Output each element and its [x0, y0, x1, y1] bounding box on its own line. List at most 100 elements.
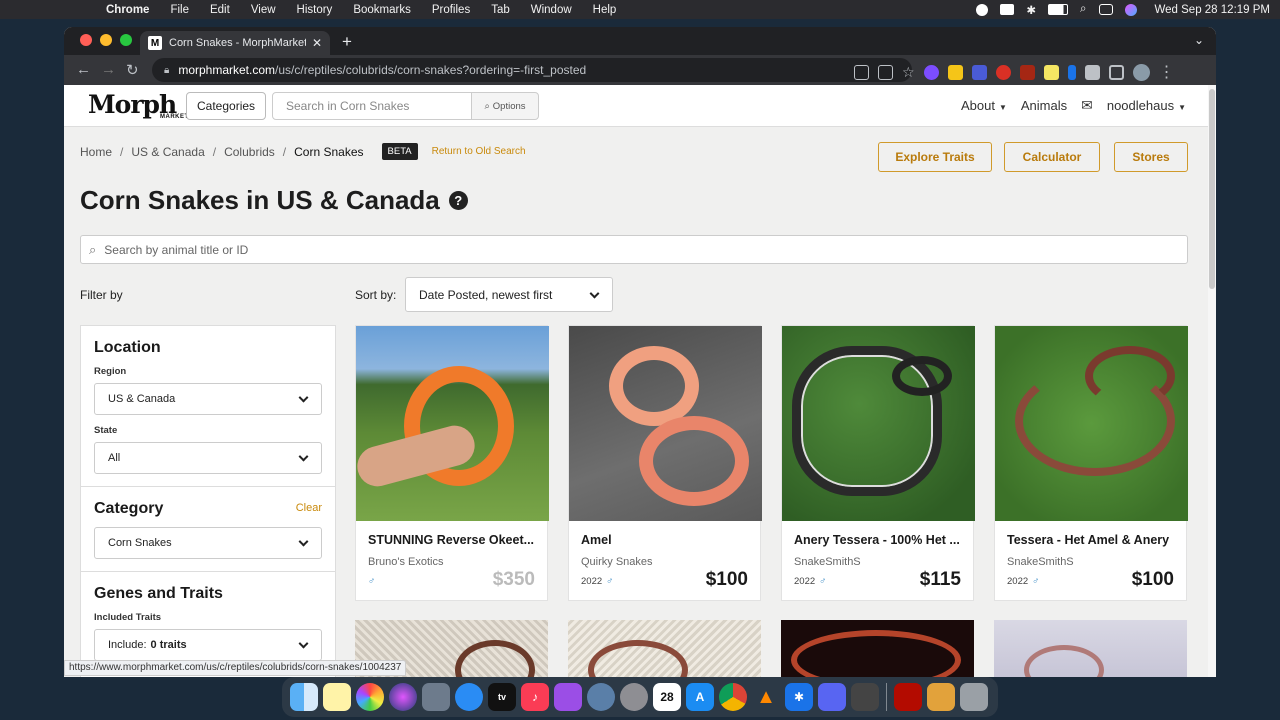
menu-file[interactable]: File [170, 4, 189, 16]
record-icon[interactable] [976, 3, 989, 16]
siri-icon[interactable] [389, 683, 417, 711]
sort-select[interactable]: Date Posted, newest first [405, 277, 613, 312]
listing-seller[interactable]: SnakeSmithS [1007, 556, 1074, 568]
categories-button[interactable]: Categories [186, 92, 267, 120]
close-tab-icon[interactable]: ✕ [312, 36, 322, 50]
install-app-icon[interactable] [854, 64, 869, 80]
reload-icon[interactable]: ↻ [126, 61, 139, 79]
listing-photo[interactable] [356, 326, 549, 521]
nav-user-menu[interactable]: noodlehaus ▼ [1107, 98, 1186, 113]
address-bar[interactable]: 🔒︎ morphmarket.com /us/c/reptiles/colubr… [152, 58, 912, 82]
sidepanel-icon[interactable] [1108, 64, 1124, 80]
listing-card[interactable] [994, 620, 1187, 677]
input-source-icon[interactable] [1000, 4, 1015, 15]
siri-icon[interactable] [1124, 3, 1137, 16]
region-select[interactable]: US & Canada [94, 383, 322, 415]
extension-4-icon[interactable] [995, 64, 1011, 80]
animal-search-input[interactable]: ⌕ Search by animal title or ID [80, 235, 1188, 264]
listing-card[interactable]: Amel Quirky Snakes 2022 ♂ $100 [568, 325, 762, 601]
acrobat-icon[interactable] [894, 683, 922, 711]
new-tab-icon[interactable]: + [342, 32, 352, 52]
calculator-button[interactable]: Calculator [1004, 142, 1100, 172]
extensions-puzzle-icon[interactable] [1084, 64, 1100, 80]
menu-edit[interactable]: Edit [210, 4, 230, 16]
listing-card[interactable]: Anery Tessera - 100% Het ... SnakeSmithS… [781, 325, 975, 601]
close-window-button[interactable] [80, 34, 92, 46]
extension-5-icon[interactable] [1019, 64, 1035, 80]
help-icon[interactable]: ? [448, 191, 468, 210]
extension-3-icon[interactable] [971, 64, 987, 80]
battery-icon[interactable] [1048, 4, 1069, 15]
menu-clock[interactable]: Wed Sep 28 12:19 PM [1155, 4, 1271, 16]
listing-card[interactable]: Tessera - Het Amel & Anery SnakeSmithS 2… [994, 325, 1188, 601]
menu-window[interactable]: Window [531, 4, 572, 16]
notes-icon[interactable] [323, 683, 351, 711]
listing-title[interactable]: Anery Tessera - 100% Het ... [794, 533, 966, 547]
music-icon[interactable]: ♪ [521, 683, 549, 711]
menu-app-name[interactable]: Chrome [106, 4, 149, 16]
calendar-icon[interactable]: 28 [653, 683, 681, 711]
tab-search-chevron-icon[interactable]: ⌄ [1194, 33, 1204, 47]
listing-title[interactable]: STUNNING Reverse Okeet... [368, 533, 540, 547]
breadcrumb-colubrids[interactable]: Colubrids [224, 145, 275, 159]
extension-7-icon[interactable] [1067, 64, 1076, 80]
tab-corn-snakes[interactable]: M Corn Snakes - MorphMarket U ✕ [140, 31, 330, 55]
page-scrollbar[interactable] [1208, 85, 1216, 677]
header-search-input[interactable]: Search in Corn Snakes [272, 92, 472, 120]
listing-photo[interactable] [569, 326, 762, 521]
finder-icon[interactable] [290, 683, 318, 711]
menu-view[interactable]: View [251, 4, 276, 16]
minimize-window-button[interactable] [100, 34, 112, 46]
mail-icon[interactable]: ✉ [1081, 97, 1093, 114]
bluetooth-app-icon[interactable]: ✱ [785, 683, 813, 711]
chrome-menu-icon[interactable]: ⋮ [1159, 62, 1175, 82]
extension-2-icon[interactable] [947, 64, 963, 80]
listing-seller[interactable]: Quirky Snakes [581, 556, 653, 568]
zoom-window-button[interactable] [120, 34, 132, 46]
control-center-icon[interactable] [1098, 4, 1113, 15]
photos-icon[interactable] [356, 683, 384, 711]
menu-profiles[interactable]: Profiles [432, 4, 470, 16]
lock-icon[interactable]: 🔒︎ [164, 65, 169, 76]
menu-tab[interactable]: Tab [491, 4, 510, 16]
return-old-search-link[interactable]: Return to Old Search [432, 146, 526, 157]
bookmark-star-icon[interactable]: ☆ [902, 64, 915, 81]
system-settings-icon[interactable] [620, 683, 648, 711]
listing-seller[interactable]: Bruno's Exotics [368, 556, 443, 568]
podcasts-icon[interactable] [554, 683, 582, 711]
listing-photo[interactable] [782, 326, 975, 521]
search-icon[interactable]: ⌕ [1080, 3, 1086, 16]
listing-card[interactable]: STUNNING Reverse Okeet... Bruno's Exotic… [355, 325, 549, 601]
apple-tv-icon[interactable]: tv [488, 683, 516, 711]
downloads-folder-icon[interactable] [927, 683, 955, 711]
listing-card[interactable] [568, 620, 761, 677]
listing-title[interactable]: Tessera - Het Amel & Anery [1007, 533, 1179, 547]
explore-traits-button[interactable]: Explore Traits [878, 142, 992, 172]
category-select[interactable]: Corn Snakes [94, 527, 322, 559]
breadcrumb-home[interactable]: Home [80, 145, 112, 159]
listing-title[interactable]: Amel [581, 533, 753, 547]
scrollbar-thumb[interactable] [1209, 89, 1215, 289]
extension-6-icon[interactable] [1043, 64, 1059, 80]
back-icon[interactable]: ← [76, 61, 91, 78]
bluetooth-icon[interactable]: ✱ [1026, 3, 1036, 17]
launchpad-icon[interactable] [422, 683, 450, 711]
vlc-icon[interactable]: ▲ [752, 683, 780, 711]
nav-about[interactable]: About ▼ [961, 98, 1007, 113]
nav-animals[interactable]: Animals [1021, 98, 1067, 113]
listing-card[interactable] [781, 620, 974, 677]
menu-history[interactable]: History [297, 4, 333, 16]
include-traits-select[interactable]: Include: 0 traits [94, 629, 322, 661]
clear-category-link[interactable]: Clear [296, 502, 322, 514]
forward-icon[interactable]: → [101, 61, 116, 78]
app-store-icon[interactable]: A [686, 683, 714, 711]
morphmarket-logo[interactable]: Morph MARKET [88, 90, 188, 120]
listing-seller[interactable]: SnakeSmithS [794, 556, 861, 568]
screenshot-icon[interactable] [851, 683, 879, 711]
menu-bookmarks[interactable]: Bookmarks [353, 4, 411, 16]
extension-1-icon[interactable] [923, 64, 939, 80]
stores-button[interactable]: Stores [1114, 142, 1188, 172]
listing-photo[interactable] [995, 326, 1188, 521]
safari-icon[interactable] [455, 683, 483, 711]
share-icon[interactable] [878, 64, 893, 80]
